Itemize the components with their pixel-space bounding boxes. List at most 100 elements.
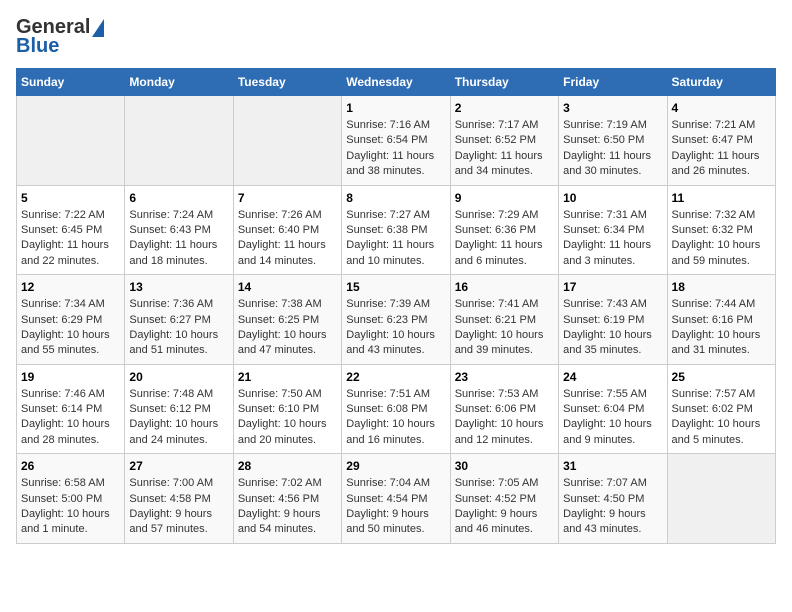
calendar-cell: 23Sunrise: 7:53 AMSunset: 6:06 PMDayligh… [450, 364, 558, 454]
day-info: Sunrise: 7:07 AMSunset: 4:50 PMDaylight:… [563, 476, 662, 538]
calendar-cell: 3Sunrise: 7:19 AMSunset: 6:50 PMDaylight… [559, 96, 667, 186]
calendar-cell: 13 Sunrise: 7:36 AMSunset: 6:27 PMDayligh… [125, 275, 233, 365]
day-number: 27 [129, 459, 228, 473]
day-info: Sunrise: 7:53 AMSunset: 6:06 PMDaylight:… [455, 387, 554, 449]
day-info: Sunrise: 7:39 AMSunset: 6:23 PMDaylight:… [346, 297, 445, 359]
day-info: Sunrise: 7:55 AMSunset: 6:04 PMDaylight:… [563, 387, 662, 449]
calendar-cell: 27 Sunrise: 7:00 AMSunset: 4:58 PMDayligh… [125, 454, 233, 544]
calendar-cell: 25 Sunrise: 7:57 AMSunset: 6:02 PMDayligh… [667, 364, 775, 454]
day-number: 2 [455, 101, 554, 115]
day-info: Sunrise: 7:26 AMSunset: 6:40 PMDaylight:… [238, 208, 337, 270]
calendar-cell: 15 Sunrise: 7:39 AMSunset: 6:23 PMDayligh… [342, 275, 450, 365]
day-number: 21 [238, 370, 337, 384]
day-of-week-header: Thursday [450, 69, 558, 96]
day-number: 24 [563, 370, 662, 384]
calendar-cell: 16 Sunrise: 7:41 AMSunset: 6:21 PMDayligh… [450, 275, 558, 365]
calendar-cell: 28 Sunrise: 7:02 AMSunset: 4:56 PMDayligh… [233, 454, 341, 544]
day-info: Sunrise: 7:57 AMSunset: 6:02 PMDaylight:… [672, 387, 771, 449]
calendar-cell: 2 Sunrise: 7:17 AMSunset: 6:52 PMDaylight… [450, 96, 558, 186]
day-number: 25 [672, 370, 771, 384]
day-of-week-header: Tuesday [233, 69, 341, 96]
day-number: 18 [672, 280, 771, 294]
calendar-cell: 11 Sunrise: 7:32 AMSunset: 6:32 PMDayligh… [667, 185, 775, 275]
calendar-header-row: SundayMondayTuesdayWednesdayThursdayFrid… [17, 69, 776, 96]
logo-blue: Blue [16, 35, 59, 58]
day-number: 7 [238, 191, 337, 205]
calendar-cell: 17 Sunrise: 7:43 AMSunset: 6:19 PMDayligh… [559, 275, 667, 365]
calendar-cell [125, 96, 233, 186]
calendar-cell: 29 Sunrise: 7:04 AMSunset: 4:54 PMDayligh… [342, 454, 450, 544]
day-info: Sunrise: 7:41 AMSunset: 6:21 PMDaylight:… [455, 297, 554, 359]
day-number: 19 [21, 370, 120, 384]
page-header: General Blue [16, 16, 776, 58]
day-of-week-header: Monday [125, 69, 233, 96]
day-of-week-header: Saturday [667, 69, 775, 96]
calendar-week-row: 5Sunrise: 7:22 AMSunset: 6:45 PMDaylight… [17, 185, 776, 275]
day-number: 22 [346, 370, 445, 384]
day-of-week-header: Friday [559, 69, 667, 96]
day-number: 31 [563, 459, 662, 473]
day-number: 28 [238, 459, 337, 473]
day-number: 11 [672, 191, 771, 205]
day-number: 4 [672, 101, 771, 115]
calendar-week-row: 19 Sunrise: 7:46 AMSunset: 6:14 PMDayligh… [17, 364, 776, 454]
calendar-cell: 9 Sunrise: 7:29 AMSunset: 6:36 PMDaylight… [450, 185, 558, 275]
day-info: Sunrise: 7:43 AMSunset: 6:19 PMDaylight:… [563, 297, 662, 359]
calendar-cell: 8 Sunrise: 7:27 AMSunset: 6:38 PMDaylight… [342, 185, 450, 275]
day-info: Sunrise: 7:00 AMSunset: 4:58 PMDaylight:… [129, 476, 228, 538]
day-number: 26 [21, 459, 120, 473]
day-number: 15 [346, 280, 445, 294]
day-number: 13 [129, 280, 228, 294]
day-number: 3 [563, 101, 662, 115]
day-number: 17 [563, 280, 662, 294]
calendar-cell: 14Sunrise: 7:38 AMSunset: 6:25 PMDayligh… [233, 275, 341, 365]
day-number: 20 [129, 370, 228, 384]
day-info: Sunrise: 7:50 AMSunset: 6:10 PMDaylight:… [238, 387, 337, 449]
day-number: 12 [21, 280, 120, 294]
day-info: Sunrise: 7:36 AMSunset: 6:27 PMDaylight:… [129, 297, 228, 359]
day-of-week-header: Sunday [17, 69, 125, 96]
calendar-cell: 4Sunrise: 7:21 AMSunset: 6:47 PMDaylight… [667, 96, 775, 186]
calendar-cell: 20Sunrise: 7:48 AMSunset: 6:12 PMDayligh… [125, 364, 233, 454]
logo-triangle-icon [92, 19, 104, 37]
calendar-cell [17, 96, 125, 186]
day-info: Sunrise: 7:02 AMSunset: 4:56 PMDaylight:… [238, 476, 337, 538]
day-number: 29 [346, 459, 445, 473]
logo: General Blue [16, 16, 104, 58]
calendar-cell: 22 Sunrise: 7:51 AMSunset: 6:08 PMDayligh… [342, 364, 450, 454]
day-number: 8 [346, 191, 445, 205]
day-info: Sunrise: 7:29 AMSunset: 6:36 PMDaylight:… [455, 208, 554, 270]
day-of-week-header: Wednesday [342, 69, 450, 96]
calendar-cell: 12 Sunrise: 7:34 AMSunset: 6:29 PMDayligh… [17, 275, 125, 365]
day-info: Sunrise: 7:16 AMSunset: 6:54 PMDaylight:… [346, 118, 445, 180]
day-number: 1 [346, 101, 445, 115]
day-info: Sunrise: 7:22 AMSunset: 6:45 PMDaylight:… [21, 208, 120, 270]
day-info: Sunrise: 7:32 AMSunset: 6:32 PMDaylight:… [672, 208, 771, 270]
day-info: Sunrise: 7:05 AMSunset: 4:52 PMDaylight:… [455, 476, 554, 538]
day-info: Sunrise: 6:58 AMSunset: 5:00 PMDaylight:… [21, 476, 120, 538]
day-info: Sunrise: 7:24 AMSunset: 6:43 PMDaylight:… [129, 208, 228, 270]
day-number: 16 [455, 280, 554, 294]
day-info: Sunrise: 7:17 AMSunset: 6:52 PMDaylight:… [455, 118, 554, 180]
day-info: Sunrise: 7:34 AMSunset: 6:29 PMDaylight:… [21, 297, 120, 359]
day-number: 9 [455, 191, 554, 205]
day-info: Sunrise: 7:51 AMSunset: 6:08 PMDaylight:… [346, 387, 445, 449]
calendar-cell [233, 96, 341, 186]
calendar-cell: 18 Sunrise: 7:44 AMSunset: 6:16 PMDayligh… [667, 275, 775, 365]
day-info: Sunrise: 7:44 AMSunset: 6:16 PMDaylight:… [672, 297, 771, 359]
day-info: Sunrise: 7:04 AMSunset: 4:54 PMDaylight:… [346, 476, 445, 538]
calendar-cell: 24 Sunrise: 7:55 AMSunset: 6:04 PMDayligh… [559, 364, 667, 454]
calendar-week-row: 1 Sunrise: 7:16 AMSunset: 6:54 PMDaylight… [17, 96, 776, 186]
calendar-cell: 26 Sunrise: 6:58 AMSunset: 5:00 PMDayligh… [17, 454, 125, 544]
day-number: 30 [455, 459, 554, 473]
day-info: Sunrise: 7:27 AMSunset: 6:38 PMDaylight:… [346, 208, 445, 270]
calendar-cell: 1 Sunrise: 7:16 AMSunset: 6:54 PMDaylight… [342, 96, 450, 186]
day-info: Sunrise: 7:46 AMSunset: 6:14 PMDaylight:… [21, 387, 120, 449]
calendar-cell: 7 Sunrise: 7:26 AMSunset: 6:40 PMDaylight… [233, 185, 341, 275]
calendar-cell [667, 454, 775, 544]
day-info: Sunrise: 7:31 AMSunset: 6:34 PMDaylight:… [563, 208, 662, 270]
calendar-table: SundayMondayTuesdayWednesdayThursdayFrid… [16, 68, 776, 544]
calendar-cell: 5Sunrise: 7:22 AMSunset: 6:45 PMDaylight… [17, 185, 125, 275]
calendar-week-row: 12 Sunrise: 7:34 AMSunset: 6:29 PMDayligh… [17, 275, 776, 365]
day-number: 6 [129, 191, 228, 205]
